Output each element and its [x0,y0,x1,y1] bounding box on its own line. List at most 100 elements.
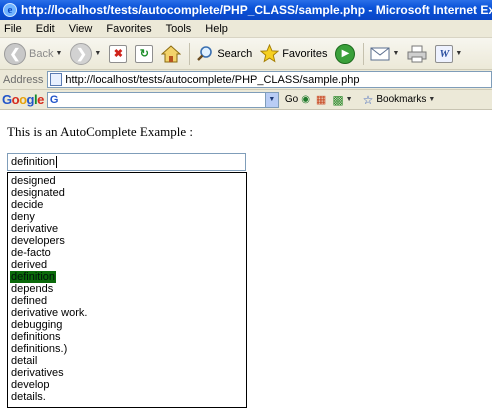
google-pagerank-button[interactable]: ▩ ▼ [332,93,352,107]
menu-tools[interactable]: Tools [166,23,192,35]
refresh-button[interactable]: ↻ [135,41,154,67]
back-arrow-icon: ❮ [4,42,26,65]
suggestion-label: deny [11,211,35,223]
google-logo[interactable]: Google [2,92,44,107]
address-input[interactable]: http://localhost/tests/autocomplete/PHP_… [47,71,492,88]
suggestion-label: derivative work. [11,307,88,319]
suggestion-item[interactable]: developers [11,235,246,247]
suggestion-item[interactable]: definitions [11,331,246,343]
suggestion-label: developers [11,235,65,247]
suggestion-label: derivatives [11,367,64,379]
text-cursor [56,156,58,169]
address-url: http://localhost/tests/autocomplete/PHP_… [65,73,360,86]
mail-button[interactable]: ▼ [370,41,399,67]
page-icon [50,73,63,86]
suggestion-item[interactable]: decide [11,199,246,211]
menu-favorites[interactable]: Favorites [106,23,151,35]
suggestion-label: depends [11,283,54,295]
favorites-star-icon [260,44,280,63]
bookmarks-label: Bookmarks [376,94,427,105]
internet-explorer-icon: e [3,3,17,17]
suggestion-item-selected: definition [10,271,57,283]
autocomplete-suggestion-list[interactable]: designed designated decide deny derivative de… [7,172,247,408]
suggestion-item[interactable]: derivative work. [11,307,246,319]
suggestion-item[interactable]: defined [11,295,246,307]
mail-dropdown-icon[interactable]: ▼ [392,50,399,57]
word-icon: W [435,44,454,63]
toolbar-separator [189,42,191,65]
intro-text: This is an AutoComplete Example : [7,124,193,139]
favorites-label: Favorites [282,47,328,60]
address-label: Address [3,73,44,86]
suggestion-label: definitions.) [11,343,68,355]
suggestion-label: definitions [11,331,61,343]
back-dropdown-icon[interactable]: ▼ [55,50,62,57]
suggestion-item[interactable]: develop [11,379,246,391]
standard-toolbar: ❮ Back ▼ ❯ ▼ ✖ ↻ Search Favorites ▶ ▼ W … [0,38,492,70]
menu-help[interactable]: Help [205,23,228,35]
back-label: Back [29,47,54,60]
search-label: Search [217,47,253,60]
suggestion-item[interactable]: definitions.) [11,343,246,355]
forward-dropdown-icon[interactable]: ▼ [94,50,101,57]
search-icon [197,45,213,61]
stop-icon: ✖ [109,44,128,63]
stop-button[interactable]: ✖ [109,41,128,67]
autocomplete-input-value: definition [11,156,56,168]
home-icon [161,44,182,62]
refresh-icon: ↻ [135,44,154,63]
suggestion-label: decide [11,199,44,211]
back-button[interactable]: ❮ Back ▼ [4,41,62,67]
google-go-button[interactable]: Go ◉ [285,94,310,105]
google-search-input[interactable]: G ▼ [46,91,279,108]
search-button[interactable]: Search [196,41,252,67]
forward-button[interactable]: ❯ ▼ [70,41,101,67]
suggestion-item[interactable]: depends [11,283,246,295]
menu-edit[interactable]: Edit [36,23,55,35]
menu-file[interactable]: File [4,23,22,35]
google-search-icon: G [49,93,59,106]
autocomplete-input[interactable]: definition [7,153,246,171]
google-search-dropdown-icon[interactable]: ▼ [264,92,278,107]
suggestion-label: defined [11,295,48,307]
media-button[interactable]: ▶ [335,41,356,67]
home-button[interactable] [161,41,182,67]
suggestion-label: details. [11,391,46,403]
bookmarks-dropdown-icon: ▼ [428,96,436,103]
pagerank-dropdown-icon[interactable]: ▼ [346,96,353,103]
suggestion-item[interactable]: designed [11,175,246,187]
bookmark-star-icon: ☆ [362,92,374,107]
forward-arrow-icon: ❯ [70,42,93,65]
suggestion-item[interactable]: derived [11,259,246,271]
suggestion-item[interactable]: derivatives [11,367,246,379]
mail-icon [370,47,390,60]
google-toolbar: Google G ▼ Go ◉ ▦ ▩ ▼ ☆ Bookmarks ▼ [0,90,492,110]
suggestion-item[interactable]: definition [10,271,246,283]
suggestion-label: de-facto [11,247,51,259]
print-button[interactable] [407,41,427,67]
suggestion-item[interactable]: derivative [11,223,246,235]
menu-bar: File Edit View Favorites Tools Help [0,20,492,38]
menu-view[interactable]: View [69,23,93,35]
suggestion-item[interactable]: detail [11,355,246,367]
suggestion-item[interactable]: details. [11,391,246,403]
suggestion-item[interactable]: deny [11,211,246,223]
suggestion-item[interactable]: debugging [11,319,246,331]
bookmarks-button[interactable]: ☆ Bookmarks ▼ [363,93,436,107]
suggestion-item[interactable]: de-facto [11,247,246,259]
search-web-icon: ◉ [301,94,310,105]
suggestion-label: designed [11,175,56,187]
suggestion-label: detail [11,355,38,367]
pagerank-icon: ▩ [332,92,344,107]
google-news-button[interactable]: ▦ [316,93,326,106]
suggestion-label: derived [11,259,48,271]
title-bar: e http://localhost/tests/autocomplete/PH… [0,0,492,20]
news-icon: ▦ [315,94,327,106]
media-icon: ▶ [335,43,356,64]
edit-dropdown-icon[interactable]: ▼ [455,50,462,57]
favorites-button[interactable]: Favorites [260,41,327,67]
window-title: http://localhost/tests/autocomplete/PHP_… [21,3,492,17]
suggestion-label: develop [11,379,50,391]
suggestion-item[interactable]: designated [11,187,246,199]
edit-word-button[interactable]: W ▼ [435,41,462,67]
